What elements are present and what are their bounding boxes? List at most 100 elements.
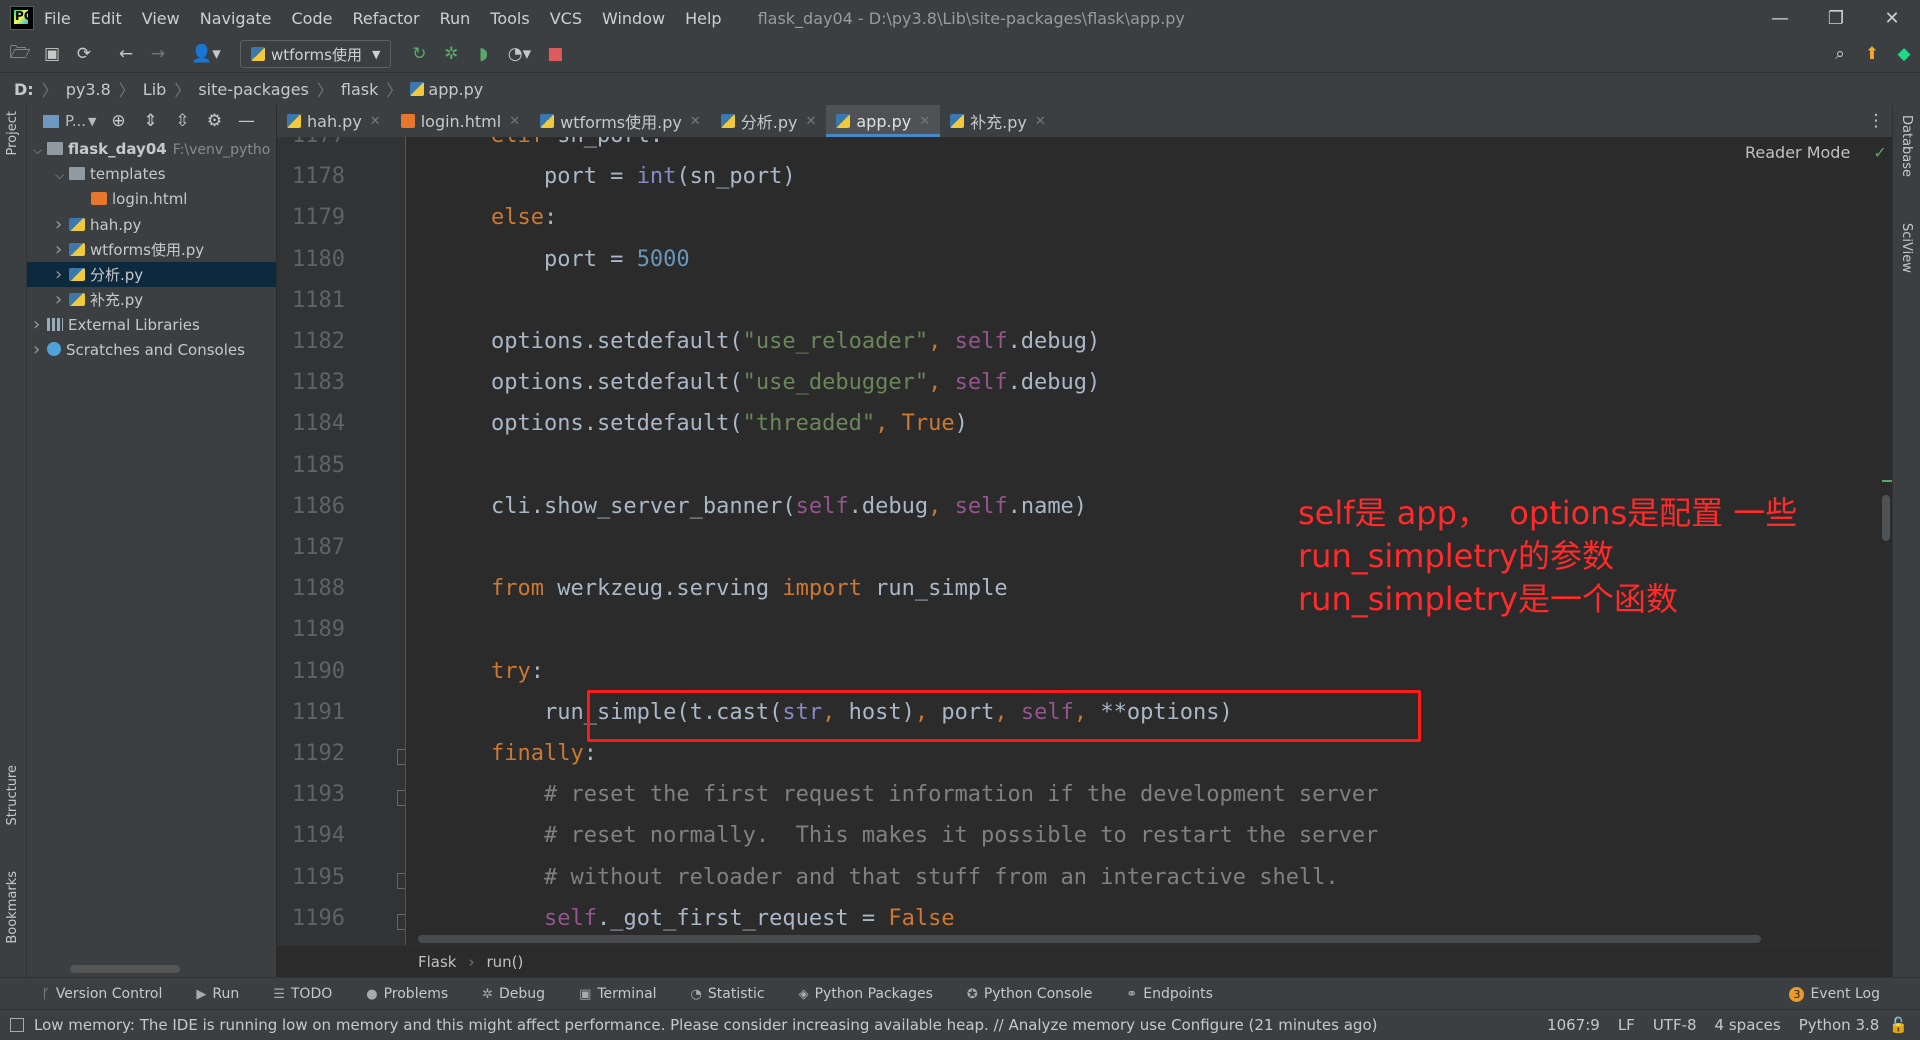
- vcs-user-icon[interactable]: 👤▾: [184, 44, 228, 64]
- fold-marker-icon[interactable]: [397, 749, 405, 765]
- code-line[interactable]: port = int(sn_port): [438, 164, 796, 189]
- fold-marker-icon[interactable]: [397, 913, 405, 930]
- rerun-icon[interactable]: ↻: [403, 44, 435, 64]
- tree-item[interactable]: ⌵ flask_day04 F:\venv_pytho: [27, 137, 276, 162]
- menu-code[interactable]: Code: [292, 9, 333, 28]
- tree-item[interactable]: › Scratches and Consoles: [27, 337, 276, 362]
- tab-login.html[interactable]: login.html ✕: [391, 105, 530, 137]
- tab-app.py[interactable]: app.py ✕: [826, 105, 941, 137]
- tab-wtforms使用.py[interactable]: wtforms使用.py ✕: [530, 105, 711, 137]
- code-line[interactable]: try:: [438, 659, 544, 684]
- more-tabs-icon[interactable]: ⋮: [1860, 111, 1892, 131]
- tab-分析.py[interactable]: 分析.py ✕: [711, 105, 827, 137]
- menu-refactor[interactable]: Refactor: [352, 9, 419, 28]
- project-tool-button[interactable]: Project: [5, 111, 20, 155]
- hide-icon[interactable]: —: [230, 111, 262, 131]
- breadcrumb-item[interactable]: Lib: [143, 80, 167, 99]
- tool-vcs[interactable]: ᚴ Version Control: [42, 986, 162, 1002]
- chevron-down-icon[interactable]: ⌵: [55, 163, 69, 188]
- code-line[interactable]: from werkzeug.serving import run_simple: [438, 576, 1008, 601]
- close-icon[interactable]: ✕: [919, 114, 930, 129]
- menu-view[interactable]: View: [142, 9, 180, 28]
- tree-item[interactable]: login.html: [27, 187, 276, 212]
- code-line[interactable]: options.setdefault("use_reloader", self.…: [438, 329, 1100, 354]
- code-line[interactable]: # reset normally. This makes it possible…: [438, 823, 1378, 848]
- close-icon[interactable]: ✕: [805, 114, 816, 129]
- breadcrumb-item[interactable]: py3.8: [66, 80, 111, 99]
- close-icon[interactable]: ✕: [690, 114, 701, 129]
- fold-marker-icon[interactable]: [397, 790, 405, 807]
- chevron-down-icon[interactable]: ▼: [88, 115, 96, 128]
- chevron-right-icon[interactable]: ›: [55, 237, 69, 262]
- python-interpreter[interactable]: Python 3.8: [1799, 1016, 1880, 1034]
- profile-icon[interactable]: ◔▾: [499, 44, 539, 64]
- structure-tool-button[interactable]: Structure: [5, 765, 20, 825]
- menu-navigate[interactable]: Navigate: [200, 9, 272, 28]
- tab-补充.py[interactable]: 补充.py ✕: [940, 105, 1056, 137]
- breadcrumb-item[interactable]: site-packages: [198, 80, 309, 99]
- tool-todo[interactable]: ☰ TODO: [273, 986, 332, 1002]
- tool-terminal[interactable]: ▣ Terminal: [579, 986, 656, 1002]
- caret-position[interactable]: 1067:9: [1547, 1016, 1600, 1034]
- menu-file[interactable]: File: [44, 9, 71, 28]
- locate-icon[interactable]: ⊕: [102, 111, 134, 131]
- status-message[interactable]: Low memory: The IDE is running low on me…: [34, 1016, 1377, 1034]
- chevron-right-icon[interactable]: ›: [33, 337, 47, 362]
- menu-window[interactable]: Window: [602, 9, 665, 28]
- stop-icon[interactable]: ■: [539, 44, 571, 64]
- search-icon[interactable]: ⌕: [1824, 44, 1856, 64]
- layout-icon[interactable]: [10, 1018, 24, 1032]
- forward-icon[interactable]: →: [142, 44, 174, 64]
- open-folder-icon[interactable]: 🗁: [4, 40, 36, 69]
- project-horizontal-scrollbar[interactable]: [70, 965, 180, 973]
- update-icon[interactable]: ⬆: [1856, 44, 1888, 64]
- editor-vertical-scrollbar[interactable]: [1882, 495, 1890, 541]
- tree-item[interactable]: › 分析.py: [27, 262, 276, 287]
- code-line[interactable]: cli.show_server_banner(self.debug, self.…: [438, 494, 1087, 519]
- bookmarks-tool-button[interactable]: Bookmarks: [5, 871, 20, 944]
- close-icon[interactable]: ✕: [1035, 114, 1046, 129]
- tool-console[interactable]: ✪ Python Console: [967, 986, 1092, 1002]
- code-line[interactable]: # reset the first request information if…: [438, 782, 1378, 807]
- close-icon[interactable]: ✕: [509, 114, 520, 129]
- chevron-down-icon[interactable]: ⌵: [33, 138, 47, 163]
- close-icon[interactable]: ✕: [370, 114, 381, 129]
- save-icon[interactable]: ▣: [36, 44, 68, 64]
- tree-item[interactable]: › hah.py: [27, 212, 276, 237]
- restore-icon[interactable]: ❐: [1808, 8, 1864, 29]
- code-line[interactable]: # without reloader and that stuff from a…: [438, 865, 1339, 890]
- code-line[interactable]: port = 5000: [438, 247, 690, 272]
- back-icon[interactable]: ←: [110, 44, 142, 64]
- event-log-button[interactable]: 3 Event Log: [1789, 986, 1880, 1002]
- crumb-class[interactable]: Flask: [418, 953, 457, 971]
- chevron-right-icon[interactable]: ›: [55, 287, 69, 312]
- chevron-right-icon[interactable]: ›: [33, 312, 47, 337]
- sync-icon[interactable]: ⟳: [68, 44, 100, 64]
- minimize-icon[interactable]: —: [1752, 8, 1808, 29]
- chevron-right-icon[interactable]: ›: [55, 212, 69, 237]
- line-separator[interactable]: LF: [1618, 1016, 1635, 1034]
- breadcrumb-item[interactable]: flask: [341, 80, 378, 99]
- menu-tools[interactable]: Tools: [490, 9, 529, 28]
- tree-item[interactable]: › 补充.py: [27, 287, 276, 312]
- code-line[interactable]: else:: [438, 205, 557, 230]
- lock-icon[interactable]: 🔓: [1889, 1016, 1908, 1034]
- editor-horizontal-scrollbar[interactable]: [418, 935, 1761, 943]
- code-line[interactable]: self._got_first_request = False: [438, 906, 955, 931]
- breadcrumb-item[interactable]: app.py: [428, 80, 483, 99]
- close-icon[interactable]: ✕: [1864, 8, 1920, 29]
- tool-debug[interactable]: ✲ Debug: [482, 986, 545, 1002]
- tool-problems[interactable]: ● Problems: [366, 986, 448, 1002]
- run-config-select[interactable]: wtforms使用 ▼: [240, 40, 392, 68]
- project-view-selector[interactable]: P...: [65, 112, 86, 130]
- fold-marker-icon[interactable]: [397, 872, 405, 889]
- tree-item[interactable]: › wtforms使用.py: [27, 237, 276, 262]
- menu-help[interactable]: Help: [685, 9, 721, 28]
- chevron-right-icon[interactable]: ›: [55, 262, 69, 287]
- code-line[interactable]: finally:: [438, 741, 597, 766]
- indent-setting[interactable]: 4 spaces: [1715, 1016, 1781, 1034]
- menu-vcs[interactable]: VCS: [550, 9, 582, 28]
- tree-item[interactable]: › External Libraries: [27, 312, 276, 337]
- menu-edit[interactable]: Edit: [91, 9, 122, 28]
- gear-icon[interactable]: ⚙: [198, 111, 230, 131]
